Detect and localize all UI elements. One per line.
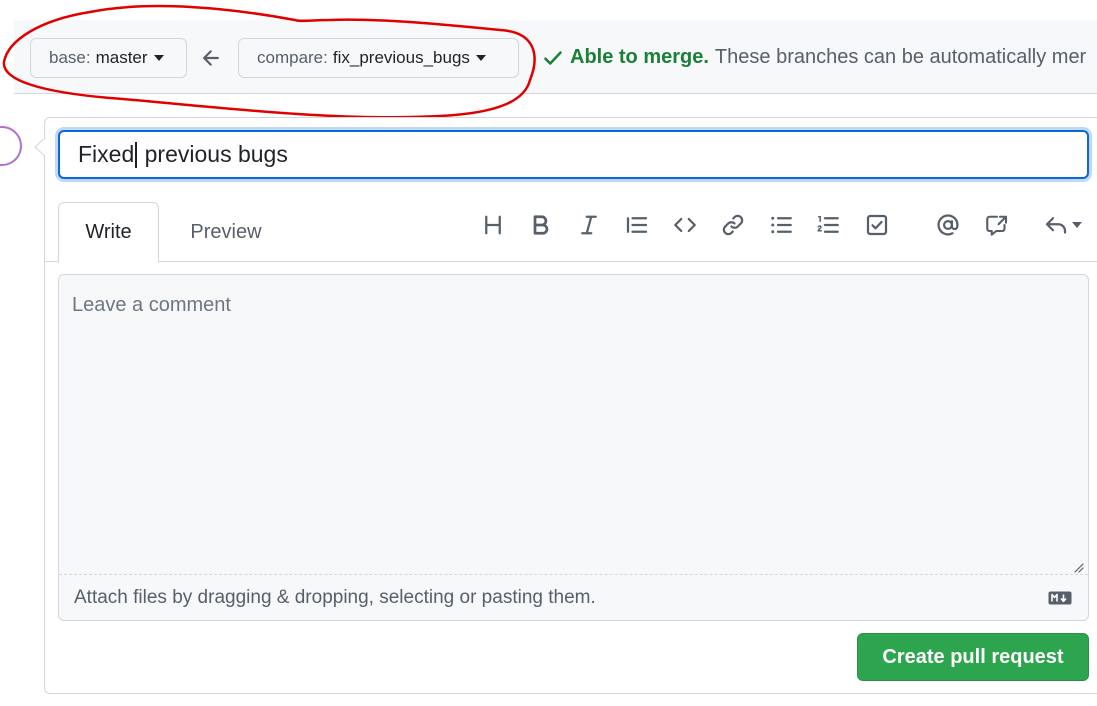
unordered-list-icon[interactable] [768, 212, 794, 238]
title-input[interactable]: Fixed previous bugs [58, 130, 1089, 179]
form-pointer-arrow [34, 138, 46, 156]
resize-handle-icon[interactable] [1072, 561, 1084, 573]
reference-icon[interactable] [984, 212, 1010, 238]
merge-status-label: Able to merge. [570, 46, 709, 68]
italic-icon[interactable] [576, 212, 602, 238]
merge-status: Able to merge. These branches can be aut… [542, 46, 1086, 69]
merge-status-description: These branches can be automatically mer [714, 46, 1087, 68]
bold-icon[interactable] [528, 212, 554, 238]
comment-placeholder: Leave a comment [72, 294, 231, 316]
arrow-left-icon [203, 50, 219, 66]
avatar [0, 126, 22, 166]
attach-files-bar[interactable]: Attach files by dragging & dropping, sel… [59, 574, 1088, 620]
tab-write[interactable]: Write [58, 202, 159, 263]
caret-down-icon [153, 55, 164, 61]
compare-branch-button[interactable]: compare: fix_previous_bugs [238, 38, 519, 78]
create-pull-request-button[interactable]: Create pull request [857, 633, 1089, 681]
tab-preview[interactable]: Preview [172, 202, 280, 262]
check-icon [544, 50, 562, 65]
compare-bar: base: master compare: fix_previous_bugs … [14, 20, 1097, 94]
ordered-list-icon[interactable] [815, 212, 841, 238]
reply-icon[interactable] [1040, 212, 1086, 238]
heading-icon[interactable] [480, 212, 506, 238]
text-cursor [135, 141, 138, 168]
code-icon[interactable] [672, 212, 698, 238]
mention-icon[interactable] [935, 212, 961, 238]
link-icon[interactable] [720, 212, 746, 238]
attach-files-text: Attach files by dragging & dropping, sel… [74, 586, 596, 608]
caret-down-icon [1072, 222, 1082, 228]
quote-icon[interactable] [624, 212, 650, 238]
task-list-icon[interactable] [864, 212, 890, 238]
base-prefix: base: [49, 48, 91, 67]
base-branch-button[interactable]: base: master [30, 38, 187, 78]
compare-branch-name: fix_previous_bugs [332, 48, 470, 67]
title-text-before-cursor: Fixed [78, 141, 135, 167]
caret-down-icon [475, 55, 486, 61]
title-text-after-cursor: previous bugs [138, 141, 288, 167]
comment-textarea[interactable]: Leave a comment Attach files by dragging… [58, 274, 1089, 621]
markdown-icon [1048, 591, 1072, 605]
base-branch-name: master [95, 48, 148, 67]
compare-prefix: compare: [257, 48, 328, 67]
